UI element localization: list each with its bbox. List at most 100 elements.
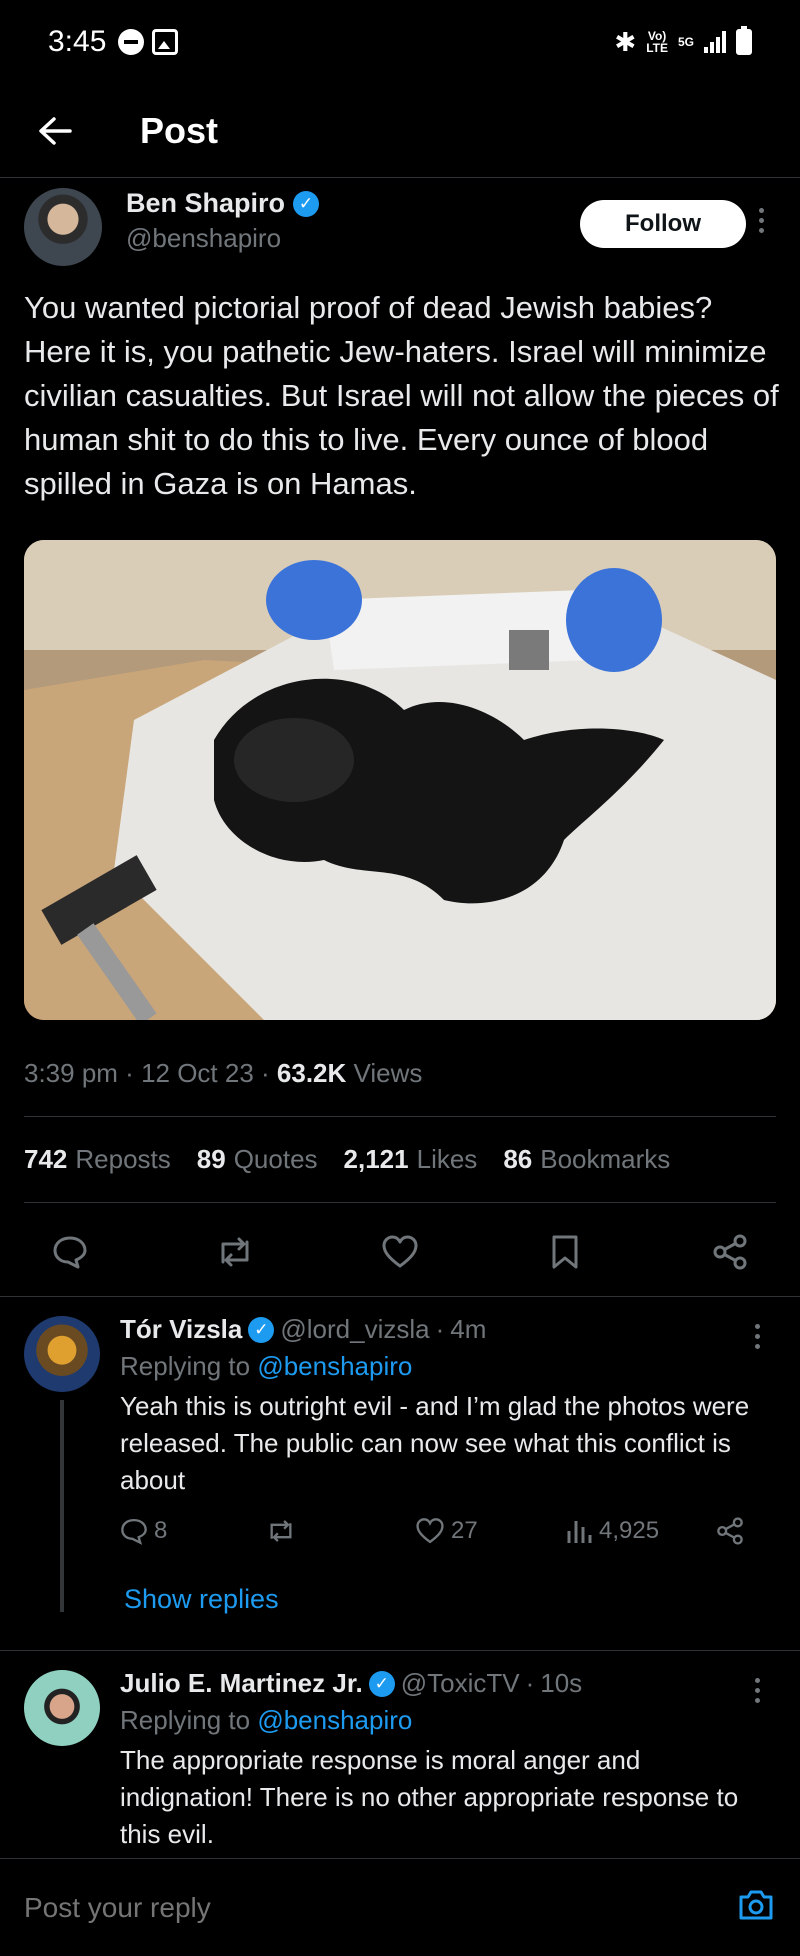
reply-actions: 8 27 4,925	[120, 1517, 760, 1545]
reply-composer	[0, 1858, 800, 1956]
repost-icon	[270, 1520, 292, 1542]
replying-prefix: Replying to	[120, 1351, 251, 1381]
back-arrow-icon	[39, 116, 72, 145]
post-image-graphic	[24, 540, 776, 1020]
replying-to-link[interactable]: @benshapiro	[257, 1705, 412, 1735]
status-right-icons: ✱ Vo) LTE 5G	[614, 26, 752, 58]
reposts-count: 742	[24, 1144, 68, 1174]
repost-button[interactable]	[205, 1222, 265, 1282]
reply-like-count: 27	[451, 1517, 478, 1544]
reply-share-button[interactable]	[715, 1517, 745, 1545]
bluetooth-icon: ✱	[614, 26, 637, 57]
reply-comment-button[interactable]: 8	[120, 1517, 265, 1545]
do-not-disturb-icon	[118, 29, 145, 55]
author-block: Ben Shapiro ✓ @benshapiro	[126, 188, 320, 254]
share-button[interactable]	[700, 1222, 760, 1282]
reply-time: 4m	[450, 1314, 487, 1344]
reply-more-button[interactable]	[742, 1324, 772, 1349]
reposts-label: Reposts	[75, 1144, 171, 1174]
more-vertical-icon	[742, 1678, 772, 1703]
divider	[24, 1116, 776, 1117]
reply-header: Julio E. Martinez Jr. ✓ @ToxicTV · 10s	[120, 1668, 760, 1699]
author-handle[interactable]: @benshapiro	[126, 223, 319, 254]
likes-label: Likes	[416, 1144, 478, 1174]
share-icon	[713, 1234, 747, 1270]
reposts-stat[interactable]: 742 Reposts	[24, 1144, 171, 1175]
lte-label: LTE	[646, 41, 668, 55]
divider	[24, 1202, 776, 1203]
reply-body: Julio E. Martinez Jr. ✓ @ToxicTV · 10s R…	[120, 1668, 760, 1853]
like-button[interactable]	[370, 1222, 430, 1282]
views-count: 63.2K	[276, 1058, 347, 1088]
separator-dot: ·	[435, 1314, 445, 1344]
reply-input[interactable]	[24, 1891, 736, 1924]
reply-avatar[interactable]	[24, 1316, 100, 1392]
top-nav: Post	[0, 84, 800, 178]
reply-text: The appropriate response is moral anger …	[120, 1745, 739, 1849]
bookmark-icon	[552, 1235, 578, 1269]
follow-button[interactable]: Follow	[580, 200, 746, 248]
camera-button[interactable]	[736, 1885, 776, 1930]
thread-line	[60, 1400, 64, 1612]
image-notification-icon	[152, 29, 179, 55]
volte-indicator: Vo) LTE	[646, 30, 668, 54]
author-avatar[interactable]	[24, 188, 102, 266]
reply-more-button[interactable]	[742, 1678, 772, 1703]
heart-icon	[416, 1518, 444, 1544]
page-title: Post	[140, 109, 219, 151]
views-icon	[567, 1521, 592, 1543]
post-meta: 3:39 pm · 12 Oct 23 · 63.2K Views	[24, 1058, 423, 1088]
reply-author-name[interactable]: Julio E. Martinez Jr.	[120, 1668, 363, 1699]
reply-author-handle[interactable]: @lord_vizsla	[280, 1314, 429, 1345]
more-vertical-icon	[742, 1324, 772, 1349]
bookmarks-label: Bookmarks	[540, 1144, 671, 1174]
author-name-row: Ben Shapiro ✓	[126, 188, 320, 219]
show-replies-link[interactable]: Show replies	[124, 1584, 279, 1615]
bookmarks-count: 86	[503, 1144, 533, 1174]
reply-view-count: 4,925	[599, 1517, 660, 1544]
verified-icon: ✓	[293, 190, 320, 217]
reply-button[interactable]	[40, 1222, 100, 1282]
bookmark-button[interactable]	[535, 1222, 595, 1282]
network-5g-indicator: 5G	[677, 35, 694, 49]
quotes-stat[interactable]: 89 Quotes	[197, 1144, 318, 1175]
status-time: 3:45	[48, 25, 107, 58]
reply-author-name[interactable]: Tór Vizsla	[120, 1314, 242, 1345]
replying-to-link[interactable]: @benshapiro	[257, 1351, 412, 1381]
quotes-count: 89	[196, 1144, 226, 1174]
heart-icon	[382, 1235, 418, 1268]
reply-author-handle[interactable]: @ToxicTV	[401, 1668, 520, 1699]
post-image[interactable]	[24, 540, 776, 1020]
signal-icon	[704, 31, 726, 53]
post-stats: 742 Reposts 89 Quotes 2,121 Likes 86 Bookmar…	[24, 1144, 670, 1175]
reply-views-button[interactable]: 4,925	[565, 1517, 715, 1545]
likes-stat[interactable]: 2,121 Likes	[344, 1144, 478, 1175]
camera-icon	[739, 1890, 773, 1920]
reply-item[interactable]: Tór Vizsla ✓ @lord_vizsla · 4m Replying …	[0, 1296, 800, 1652]
views-label: Views	[353, 1058, 423, 1088]
reply-repost-button[interactable]	[265, 1517, 415, 1545]
quotes-label: Quotes	[233, 1144, 318, 1174]
likes-count: 2,121	[343, 1144, 409, 1174]
replying-to: Replying to @benshapiro	[120, 1705, 760, 1736]
status-notification-icons	[118, 29, 179, 55]
reply-avatar[interactable]	[24, 1670, 100, 1746]
verified-icon: ✓	[368, 1670, 395, 1697]
post-text: You wanted pictorial proof of dead Jewis…	[24, 290, 779, 501]
post-date: 12 Oct 23	[141, 1058, 254, 1088]
reply-like-button[interactable]: 27	[415, 1517, 565, 1545]
share-icon	[717, 1517, 743, 1545]
separator-dot: ·	[525, 1668, 535, 1698]
replying-to: Replying to @benshapiro	[120, 1351, 760, 1382]
post-more-button[interactable]	[746, 208, 776, 233]
reply-header: Tór Vizsla ✓ @lord_vizsla · 4m	[120, 1314, 760, 1345]
reply-body: Tór Vizsla ✓ @lord_vizsla · 4m Replying …	[120, 1314, 760, 1545]
back-button[interactable]	[0, 84, 110, 178]
bookmarks-stat[interactable]: 86 Bookmarks	[503, 1144, 670, 1175]
reply-item[interactable]: Julio E. Martinez Jr. ✓ @ToxicTV · 10s R…	[0, 1650, 800, 1858]
author-name[interactable]: Ben Shapiro	[126, 188, 285, 219]
verified-icon: ✓	[248, 1316, 275, 1343]
post-actions	[40, 1222, 760, 1282]
replying-prefix: Replying to	[120, 1705, 251, 1735]
reply-text: Yeah this is outright evil - and I’m gla…	[120, 1391, 750, 1495]
